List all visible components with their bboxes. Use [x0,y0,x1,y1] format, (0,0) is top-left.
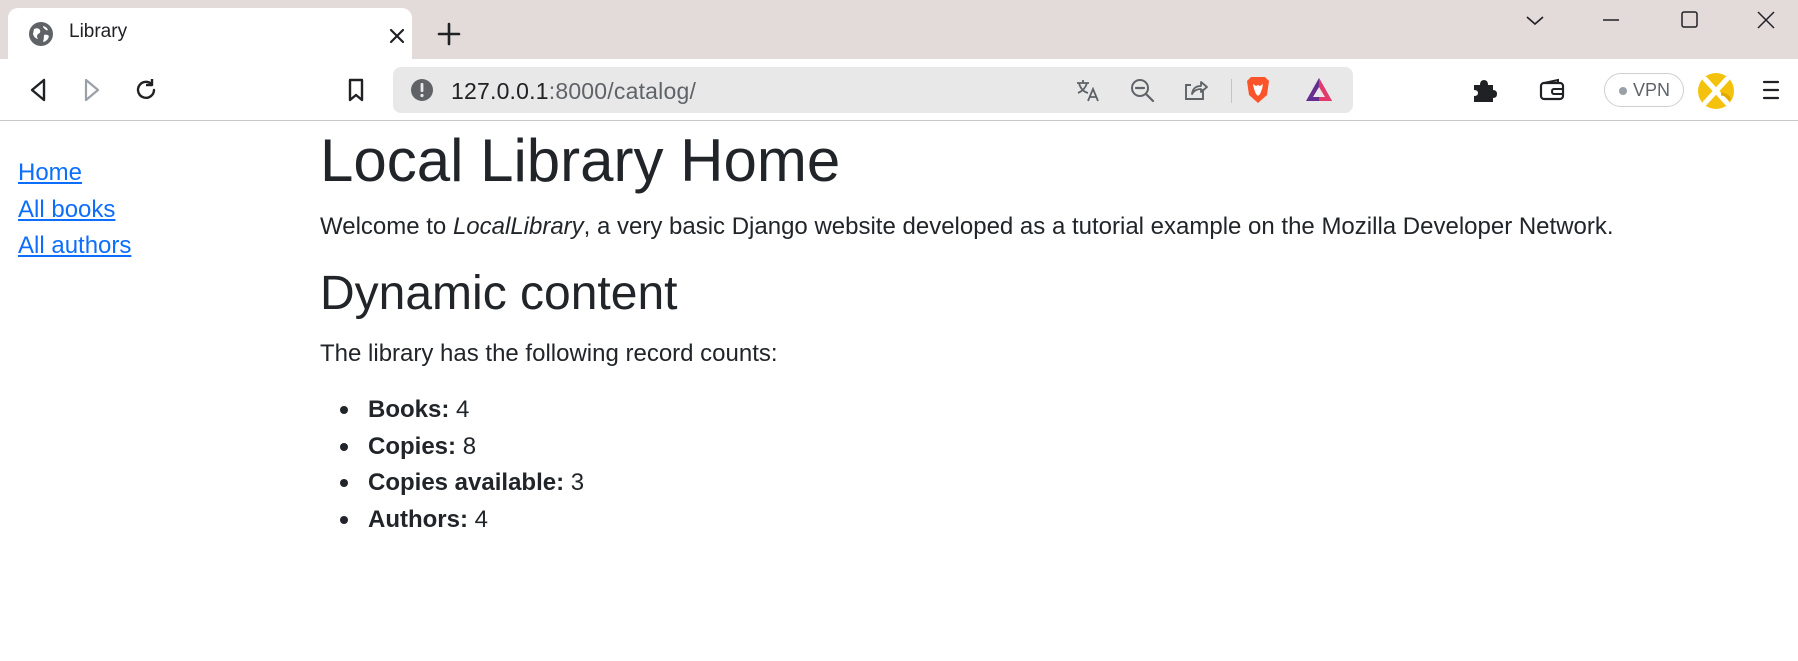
plus-icon[interactable] [436,21,462,47]
main-content: Local Library Home Welcome to LocalLibra… [320,128,1780,538]
record-counts-list: Books: 4 Copies: 8 Copies available: 3 A… [320,392,1780,538]
welcome-emphasis: LocalLibrary [452,213,584,240]
count-value: 4 [474,505,489,533]
tab-title: Library [69,21,128,42]
menu-icon[interactable] [1757,76,1785,104]
welcome-text: Welcome to LocalLibrary, a very basic Dj… [320,210,1780,244]
tab-strip: Library [0,0,1798,59]
vpn-button[interactable]: VPN [1604,73,1684,107]
count-value: 8 [462,432,477,460]
list-item: Books: 4 [340,392,1780,429]
reload-icon[interactable] [132,76,160,104]
browser-tab[interactable]: Library [8,8,412,59]
count-value: 3 [570,469,585,496]
count-label: Copies available: [368,469,565,496]
chevron-down-icon[interactable] [1521,8,1549,32]
count-label: Authors: [368,505,468,533]
count-label: Copies: [368,432,457,460]
minimize-icon[interactable] [1597,8,1625,32]
count-label: Books: [368,396,450,423]
globe-icon [29,22,53,46]
back-icon[interactable] [24,76,52,104]
info-icon[interactable] [410,78,434,102]
welcome-suffix: , a very basic Django website developed … [583,213,1614,240]
url-path: :8000/catalog/ [548,78,697,104]
list-item: Copies available: 3 [340,465,1780,502]
vpn-status-dot [1619,87,1627,95]
extensions-icon[interactable] [1470,76,1498,104]
page-title: Local Library Home [320,127,841,194]
sidebar-nav: Home All books All authors [18,155,131,265]
forward-icon[interactable] [78,76,106,104]
window-close-icon[interactable] [1752,8,1780,32]
sidebar-link-all-books[interactable]: All books [18,192,131,229]
browser-toolbar: 127.0.0.1:8000/catalog/ VPN [0,59,1798,121]
list-item: Copies: 8 [340,429,1780,466]
share-icon[interactable] [1183,77,1209,103]
url-host: 127.0.0.1 [451,78,549,104]
translate-icon[interactable] [1075,77,1101,103]
close-icon[interactable] [389,28,405,44]
section-title: Dynamic content [320,267,678,320]
toolbar-separator [1231,79,1232,103]
brave-rewards-icon[interactable] [1304,76,1334,104]
profile-avatar[interactable] [1697,72,1735,110]
address-bar[interactable]: 127.0.0.1:8000/catalog/ [393,67,1353,113]
bookmark-icon[interactable] [342,76,370,104]
sidebar-link-all-authors[interactable]: All authors [18,228,131,265]
brave-shield-icon[interactable] [1244,75,1272,105]
list-item: Authors: 4 [340,502,1780,539]
maximize-icon[interactable] [1675,8,1703,32]
zoom-out-icon[interactable] [1129,77,1155,103]
counts-intro: The library has the following record cou… [320,340,778,367]
count-value: 4 [456,396,470,423]
sidebar-link-home[interactable]: Home [18,155,131,192]
welcome-prefix: Welcome to [320,213,453,240]
url-text[interactable]: 127.0.0.1:8000/catalog/ [451,78,696,105]
vpn-label: VPN [1633,80,1671,100]
wallet-icon[interactable] [1538,76,1566,104]
